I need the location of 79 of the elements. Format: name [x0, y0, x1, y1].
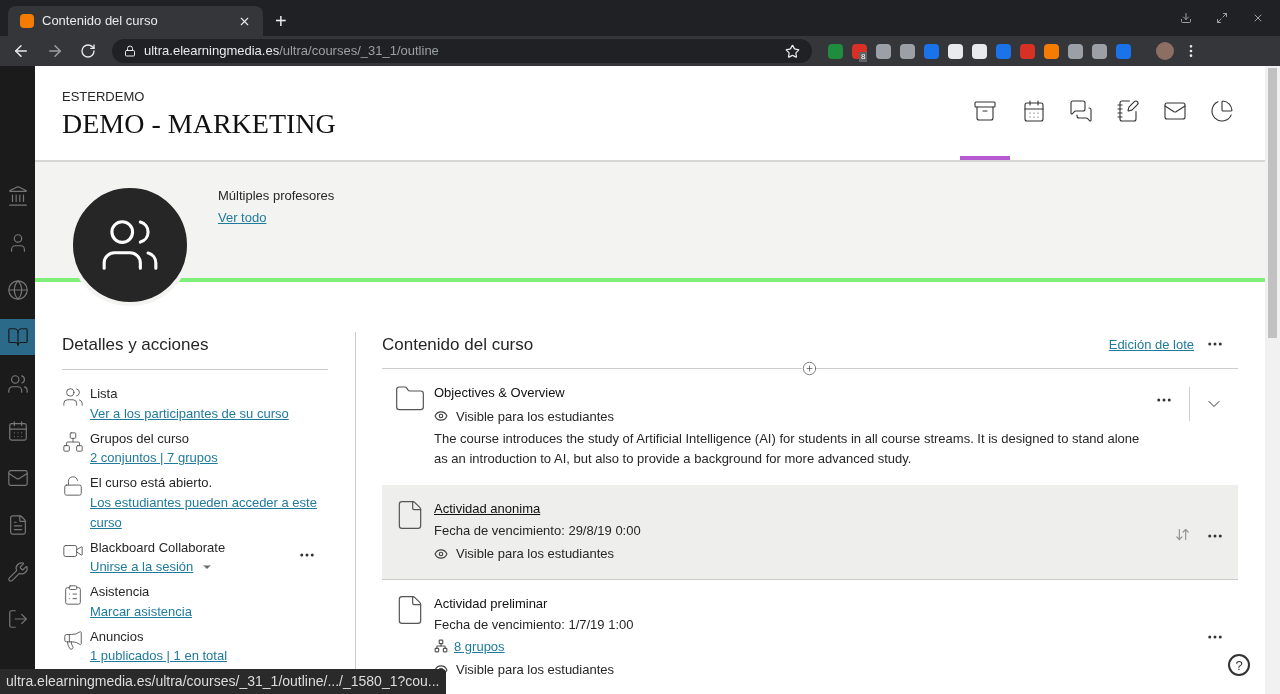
- detail-icon: [62, 386, 84, 409]
- item-title[interactable]: Actividad preliminar: [434, 593, 1206, 614]
- tab-icon: [1209, 98, 1234, 123]
- extension-icon[interactable]: [1044, 43, 1059, 59]
- tab-icon: [1021, 98, 1046, 123]
- instructors-label: Múltiples profesores: [218, 186, 335, 205]
- nav-item[interactable]: [0, 319, 35, 355]
- eye-icon: [434, 546, 448, 561]
- detail-title: Lista: [90, 385, 119, 404]
- detail-link[interactable]: Marcar asistencia: [90, 601, 192, 622]
- visibility-status: Visible para los estudiantes: [456, 407, 615, 426]
- view-all-link[interactable]: Ver todo: [218, 210, 267, 226]
- detail-link[interactable]: Los estudiantes pueden acceder a este curso: [90, 492, 328, 533]
- extension-icon[interactable]: [972, 43, 987, 59]
- address-bar[interactable]: ultra.elearningmedia.es/ultra/courses/_31_1/outline: [112, 39, 812, 63]
- tab-icon: [1068, 98, 1093, 123]
- nav-icon: [6, 561, 29, 583]
- maximize-icon[interactable]: [1216, 12, 1228, 24]
- batch-edit-link[interactable]: Edición de lote: [1108, 334, 1194, 355]
- detail-link[interactable]: Ver a los participantes de su curso: [90, 403, 289, 424]
- status-url: ultra.elearningmedia.es/ultra/courses/_31_1/outline/.../_1580_1?cou...: [0, 669, 446, 694]
- tab-icon: [973, 98, 997, 123]
- url-text: ultra.elearningmedia.es/ultra/courses/_31_1/outline: [144, 42, 440, 61]
- content-item[interactable]: Actividad anonima Fecha de vencimiento: 29/8/19 0:00 Visible para los estudiantes: [382, 485, 1238, 580]
- item-description: The course introduces the study of Artificial Intelligence (AI) for students in all course streams. It is designed to stand alone as an introduction to AI, but also to provide a background for more advanced study.: [434, 430, 1141, 469]
- reorder-icon[interactable]: [1175, 527, 1190, 543]
- visibility-status: Visible para los estudiantes: [456, 545, 615, 564]
- add-icon[interactable]: [802, 360, 817, 376]
- avatar-icon[interactable]: [1156, 42, 1174, 60]
- detail-icon: [62, 475, 84, 498]
- nav-icon: [6, 279, 29, 301]
- reload-icon[interactable]: [80, 43, 96, 59]
- detail-title: Asistencia: [90, 583, 151, 602]
- detail-icon: [62, 430, 84, 453]
- forward-icon[interactable]: [46, 42, 64, 60]
- item-title[interactable]: Objectives & Overview: [434, 383, 1155, 403]
- item-title[interactable]: Actividad anonima: [434, 499, 1175, 519]
- nav-icon: [6, 373, 29, 395]
- extension-icon[interactable]: [900, 43, 915, 59]
- detail-icon: [62, 584, 84, 607]
- nav-icon: [6, 185, 29, 207]
- eye-icon: [434, 409, 448, 424]
- extension-icon[interactable]: [1068, 43, 1083, 59]
- nav-icon: [6, 467, 29, 489]
- nav-icon: [6, 326, 29, 348]
- lock-icon: [124, 45, 136, 57]
- detail-link[interactable]: Unirse a la sesión: [90, 557, 194, 578]
- detail-title: Grupos del curso: [90, 429, 190, 448]
- browser-tab[interactable]: Contenido del curso: [8, 6, 263, 36]
- nav-icon: [6, 420, 29, 442]
- back-icon[interactable]: [12, 42, 30, 60]
- groups-icon: [434, 639, 448, 654]
- course-title: DEMO - MARKETING: [62, 106, 336, 141]
- star-icon[interactable]: [785, 43, 800, 59]
- extension-badge: 8: [859, 51, 868, 62]
- section-heading: Contenido del curso: [382, 333, 535, 356]
- extension-icon[interactable]: [876, 43, 891, 59]
- section-heading: Detalles y acciones: [62, 331, 328, 371]
- new-tab-button[interactable]: +: [271, 6, 291, 36]
- detail-link[interactable]: 1 publicados | 1 en total: [90, 646, 228, 667]
- download-icon[interactable]: [1180, 12, 1192, 24]
- groups-link[interactable]: 8 grupos: [454, 636, 505, 657]
- tab-icon: [1115, 98, 1140, 123]
- extension-icon[interactable]: [1092, 43, 1107, 59]
- favicon-icon: [20, 14, 34, 28]
- detail-icon: [62, 628, 84, 651]
- scrollbar[interactable]: [1265, 66, 1280, 694]
- institution-name: ESTERDEMO: [62, 88, 146, 106]
- detail-title: Anuncios: [90, 627, 145, 646]
- nav-icon: [6, 608, 29, 630]
- extension-icon[interactable]: [948, 43, 963, 59]
- visibility-status: Visible para los estudiantes: [456, 661, 615, 680]
- due-date: Fecha de vencimiento: 1/7/19 1:00: [434, 616, 635, 635]
- close-icon[interactable]: [1252, 12, 1264, 24]
- detail-title: El curso está abierto.: [90, 474, 214, 493]
- detail-title: Blackboard Collaborate: [90, 538, 227, 557]
- tab-title: Contenido del curso: [42, 12, 159, 31]
- due-date: Fecha de vencimiento: 29/8/19 0:00: [434, 521, 642, 540]
- detail-link[interactable]: 2 conjuntos | 7 grupos: [90, 448, 218, 469]
